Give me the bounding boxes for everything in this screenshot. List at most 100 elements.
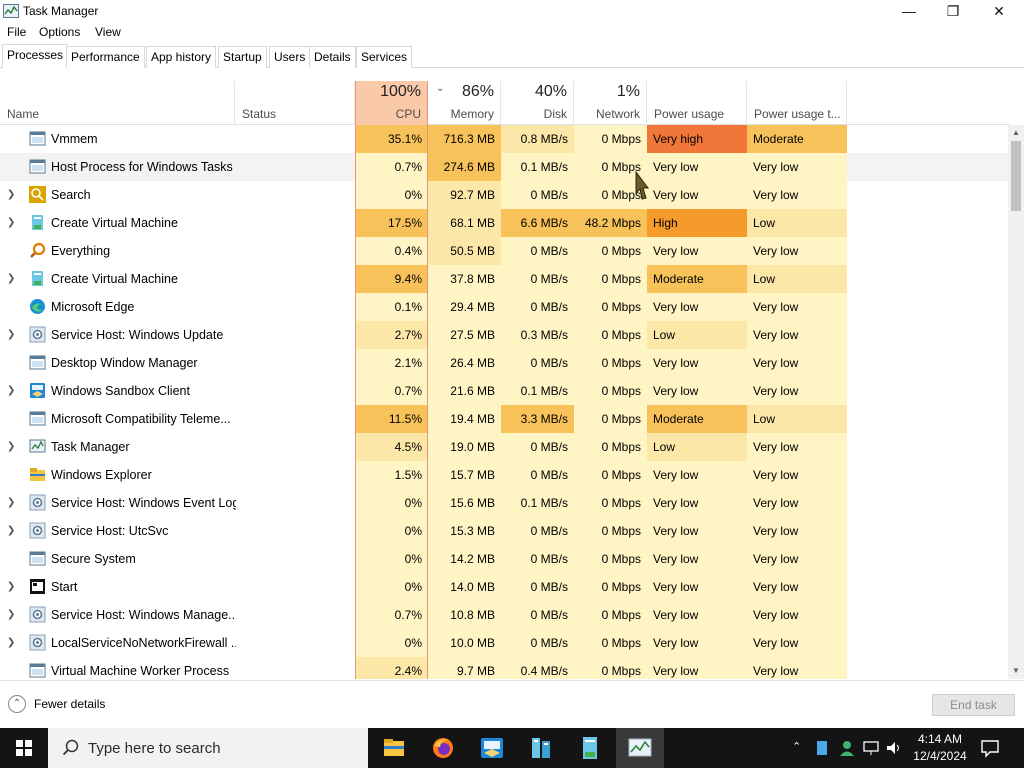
scroll-up-arrow-icon[interactable]: ▲ xyxy=(1008,125,1024,141)
power-trend-cell: Very low xyxy=(747,657,847,679)
tray-chevron-up-icon[interactable]: ⌃ xyxy=(792,740,801,780)
process-row[interactable]: Microsoft Compatibility Teleme... 11.5% 19… xyxy=(0,405,1008,433)
expand-chevron-icon[interactable]: ❯ xyxy=(7,189,15,200)
tab-processes[interactable]: Processes xyxy=(2,44,69,69)
process-row[interactable]: ❯ LocalServiceNoNetworkFirewall ... 0% 10.0… xyxy=(0,629,1008,657)
process-row[interactable]: ❯ Service Host: Windows Update 2.7% 27.5 MB… xyxy=(0,321,1008,349)
power-usage-cell: Very low xyxy=(647,545,747,573)
status-column-header[interactable]: Status xyxy=(235,81,355,125)
process-row[interactable]: ❯ Service Host: Windows Event Log 0% 15.6 M… xyxy=(0,489,1008,517)
tab-performance[interactable]: Performance xyxy=(66,46,145,68)
fewer-details-link[interactable]: Fewer details xyxy=(34,697,105,711)
menu-file[interactable]: File xyxy=(7,25,26,39)
process-row[interactable]: Vmmem 35.1% 716.3 MB 0.8 MB/s 0 Mbps Very hig… xyxy=(0,125,1008,153)
expand-chevron-icon[interactable]: ❯ xyxy=(7,441,15,452)
process-row[interactable]: ❯ Create Virtual Machine 9.4% 37.8 MB 0 MB/s… xyxy=(0,265,1008,293)
network-icon[interactable] xyxy=(862,740,880,756)
end-task-button[interactable]: End task xyxy=(932,694,1015,716)
process-name: Windows Sandbox Client xyxy=(51,384,190,398)
expand-chevron-icon[interactable]: ❯ xyxy=(7,497,15,508)
tab-startup[interactable]: Startup xyxy=(218,46,267,68)
vm-create-icon[interactable] xyxy=(517,728,565,768)
process-row[interactable]: ❯ Start 0% 14.0 MB 0 MB/s 0 Mbps Very low Very … xyxy=(0,573,1008,601)
minimize-button[interactable]: — xyxy=(886,0,932,22)
close-button[interactable]: ✕ xyxy=(976,0,1022,22)
tab-details[interactable]: Details xyxy=(309,46,356,68)
cpu-column-header[interactable]: 100% CPU xyxy=(355,81,428,125)
memory-column-header[interactable]: ⌄ 86% Memory xyxy=(428,81,501,125)
task-manager-window: Task Manager — ❐ ✕ File Options View Pro… xyxy=(0,0,1024,728)
process-row[interactable]: Secure System 0% 14.2 MB 0 MB/s 0 Mbps Very l… xyxy=(0,545,1008,573)
power-usage-cell: Very low xyxy=(647,181,747,209)
cpu-cell: 0.7% xyxy=(355,377,428,405)
task-manager-taskbar-icon[interactable] xyxy=(616,728,664,768)
menu-options[interactable]: Options xyxy=(39,25,80,39)
process-row[interactable]: ❯ Create Virtual Machine 17.5% 68.1 MB 6.6 M… xyxy=(0,209,1008,237)
network-cell: 0 Mbps xyxy=(574,377,647,405)
expand-chevron-icon[interactable]: ❯ xyxy=(7,385,15,396)
power-trend-cell: Very low xyxy=(747,489,847,517)
expand-chevron-icon[interactable]: ❯ xyxy=(7,637,15,648)
power-usage-cell: Very low xyxy=(647,153,747,181)
process-row[interactable]: Host Process for Windows Tasks 0.7% 274.6 … xyxy=(0,153,1008,181)
maximize-button[interactable]: ❐ xyxy=(930,0,976,22)
expand-chevron-icon[interactable]: ❯ xyxy=(7,217,15,228)
tray-app-icon[interactable] xyxy=(815,740,829,756)
memory-cell: 10.8 MB xyxy=(428,601,501,629)
disk-cell: 0.1 MB/s xyxy=(501,489,574,517)
process-name: Virtual Machine Worker Process xyxy=(51,664,230,678)
process-row[interactable]: ❯ Windows Sandbox Client 0.7% 21.6 MB 0.1 MB… xyxy=(0,377,1008,405)
cpu-cell: 9.4% xyxy=(355,265,428,293)
network-column-header[interactable]: 1% Network xyxy=(574,81,647,125)
disk-cell: 0.3 MB/s xyxy=(501,321,574,349)
process-row[interactable]: Windows Explorer 1.5% 15.7 MB 0 MB/s 0 Mbps V… xyxy=(0,461,1008,489)
chevron-up-icon[interactable]: ⌃ xyxy=(8,695,26,713)
power-trend-cell: Moderate xyxy=(747,125,847,153)
windows-start-icon[interactable] xyxy=(0,728,48,768)
tab-users[interactable]: Users xyxy=(269,46,311,68)
scrollbar-thumb[interactable] xyxy=(1011,141,1021,211)
menu-view[interactable]: View xyxy=(95,25,121,39)
network-cell: 0 Mbps xyxy=(574,349,647,377)
process-name: Host Process for Windows Tasks xyxy=(51,160,233,174)
power-usage-column-header[interactable]: Power usage xyxy=(647,81,747,125)
taskbar-clock[interactable]: 4:14 AM 12/4/2024 xyxy=(905,731,975,765)
volume-icon[interactable] xyxy=(885,740,903,756)
process-row[interactable]: ❯ Search 0% 92.7 MB 0 MB/s 0 Mbps Very low Very… xyxy=(0,181,1008,209)
process-row[interactable]: ❯ Task Manager 4.5% 19.0 MB 0 MB/s 0 Mbps Low V… xyxy=(0,433,1008,461)
tab-app-history[interactable]: App history xyxy=(146,46,217,68)
scroll-down-arrow-icon[interactable]: ▼ xyxy=(1008,663,1024,679)
vm-create-icon-2[interactable] xyxy=(566,728,614,768)
network-cell: 0 Mbps xyxy=(574,293,647,321)
expand-chevron-icon[interactable]: ❯ xyxy=(7,609,15,620)
disk-column-header[interactable]: 40% Disk xyxy=(501,81,574,125)
tray-user-icon[interactable] xyxy=(838,739,856,757)
expand-chevron-icon[interactable]: ❯ xyxy=(7,329,15,340)
power-usage-cell: Very low xyxy=(647,657,747,679)
power-usage-cell: Very high xyxy=(647,125,747,153)
notification-center-icon[interactable] xyxy=(978,736,1002,760)
memory-cell: 19.0 MB xyxy=(428,433,501,461)
name-column-header[interactable]: Name xyxy=(0,81,235,125)
process-name: Start xyxy=(51,580,78,594)
sandbox-icon[interactable] xyxy=(468,728,516,768)
firefox-icon[interactable] xyxy=(419,728,467,768)
expand-chevron-icon[interactable]: ❯ xyxy=(7,581,15,592)
tab-services[interactable]: Services xyxy=(356,46,413,68)
process-row[interactable]: ❯ Service Host: Windows Manage... 0.7% 10.8… xyxy=(0,601,1008,629)
network-cell: 0 Mbps xyxy=(574,545,647,573)
process-name: Task Manager xyxy=(51,440,130,454)
mouse-cursor-icon xyxy=(635,170,649,200)
expand-chevron-icon[interactable]: ❯ xyxy=(7,525,15,536)
file-explorer-icon[interactable] xyxy=(370,728,418,768)
vertical-scrollbar[interactable]: ▲ ▼ xyxy=(1008,125,1024,679)
taskbar-search-box[interactable]: Type here to search xyxy=(48,728,368,768)
process-row[interactable]: Everything 0.4% 50.5 MB 0 MB/s 0 Mbps Very lo… xyxy=(0,237,1008,265)
power-trend-cell: Low xyxy=(747,209,847,237)
process-row[interactable]: ❯ Service Host: UtcSvc 0% 15.3 MB 0 MB/s 0 Mb… xyxy=(0,517,1008,545)
power-trend-column-header[interactable]: Power usage t... xyxy=(747,81,847,125)
process-row[interactable]: Virtual Machine Worker Process 2.4% 9.7 MB… xyxy=(0,657,1008,679)
process-row[interactable]: Desktop Window Manager 2.1% 26.4 MB 0 MB/s 0… xyxy=(0,349,1008,377)
expand-chevron-icon[interactable]: ❯ xyxy=(7,273,15,284)
process-row[interactable]: Microsoft Edge 0.1% 29.4 MB 0 MB/s 0 Mbps Ver… xyxy=(0,293,1008,321)
